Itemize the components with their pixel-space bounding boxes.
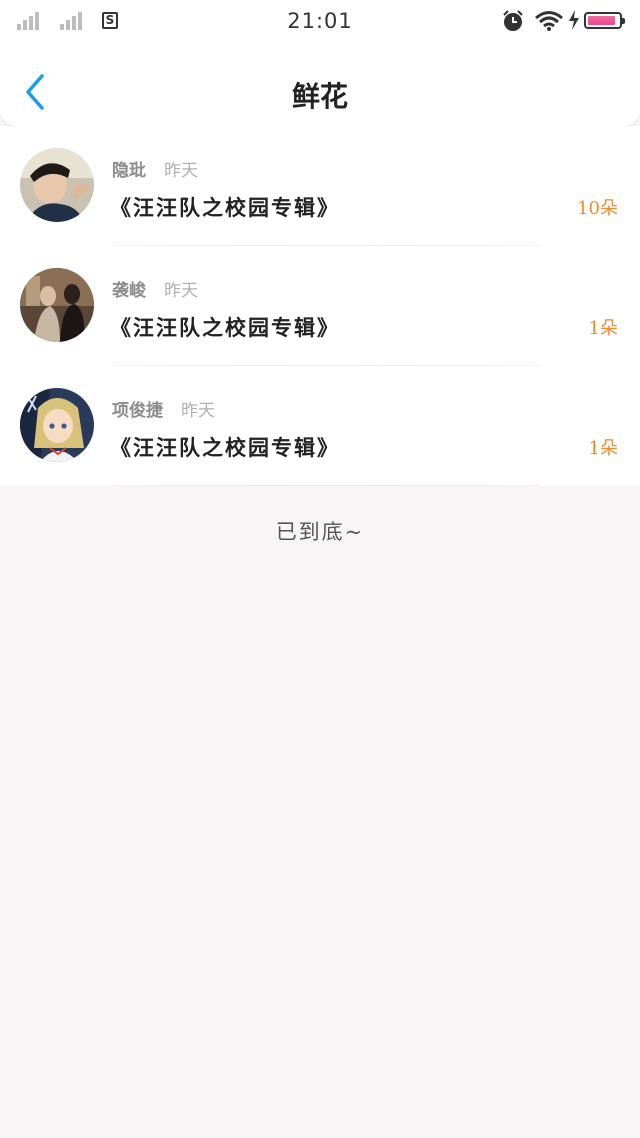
list-item[interactable]: 项俊捷 昨天 《汪汪队之校园专辑》 1朵 <box>0 366 640 486</box>
item-meta: 隐玭 昨天 <box>112 156 198 181</box>
album-title: 《汪汪队之校园专辑》 <box>110 195 340 220</box>
battery-nub <box>622 18 625 24</box>
wifi-icon <box>535 11 563 31</box>
timestamp: 昨天 <box>164 161 198 181</box>
avatar <box>20 148 94 222</box>
timestamp: 昨天 <box>164 281 198 301</box>
divider <box>112 485 540 486</box>
flower-count: 10朵 <box>577 198 618 219</box>
flower-count: 1朵 <box>588 438 618 459</box>
end-of-list-text: 已到底~ <box>275 520 365 544</box>
list-item[interactable]: 袭峻 昨天 《汪汪队之校园专辑》 1朵 <box>0 246 640 366</box>
flower-count: 1朵 <box>588 318 618 339</box>
avatar <box>20 388 94 462</box>
flower-list: 隐玭昨天 《汪汪队之校园专辑》 10朵 袭峻昨天 《汪汪队之校园专辑》 1朵 <box>0 126 640 486</box>
user-name: 隐玭 <box>112 161 146 181</box>
status-bar: S 21:01 <box>0 0 640 44</box>
nav-bar: 鲜花 <box>0 44 640 126</box>
item-meta: 项俊捷 昨天 <box>112 396 215 421</box>
album-title: 《汪汪队之校园专辑》 <box>110 435 340 460</box>
alarm-icon <box>503 10 523 31</box>
charging-icon <box>569 10 579 30</box>
user-name: 袭峻 <box>112 281 146 301</box>
item-meta: 袭峻 昨天 <box>112 276 198 301</box>
avatar <box>20 268 94 342</box>
battery-icon <box>584 12 625 29</box>
page-title: 鲜花 <box>291 80 348 113</box>
list-item[interactable]: 隐玭 昨天 《汪汪队之校园专辑》 10朵 <box>0 126 640 246</box>
battery-fill <box>588 16 615 25</box>
user-name: 项俊捷 <box>112 401 163 421</box>
timestamp: 昨天 <box>181 401 215 421</box>
album-title: 《汪汪队之校园专辑》 <box>110 315 340 340</box>
